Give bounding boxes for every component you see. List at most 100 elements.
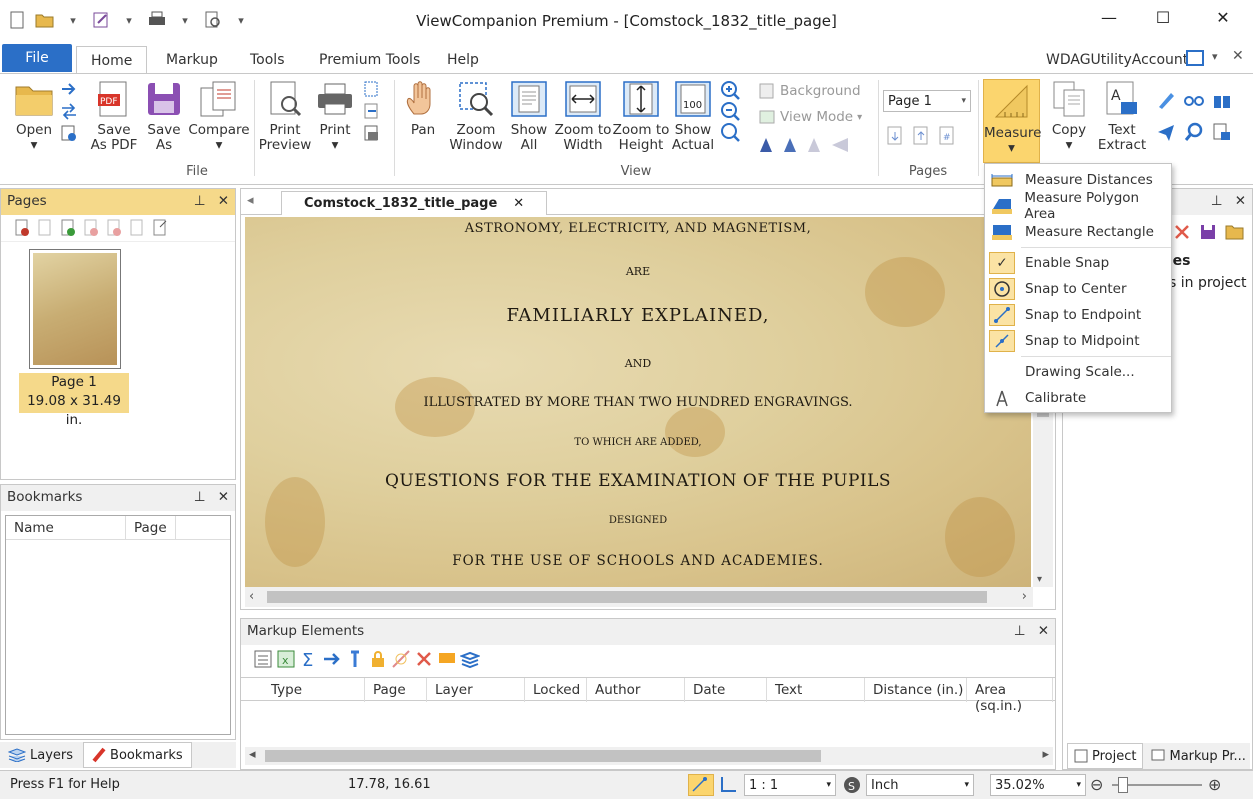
zoom-slider-handle[interactable] bbox=[1118, 777, 1128, 793]
extract-page-icon[interactable] bbox=[128, 219, 146, 237]
close-panel-icon[interactable]: ✕ bbox=[1235, 193, 1246, 211]
tab-help[interactable]: Help bbox=[433, 46, 493, 74]
scale-settings-icon[interactable]: S bbox=[842, 775, 862, 799]
batch-print-icon[interactable] bbox=[362, 80, 380, 98]
menu-drawing-scale[interactable]: Drawing Scale... bbox=[985, 359, 1171, 385]
info-icon[interactable] bbox=[60, 124, 78, 142]
menu-calibrate[interactable]: Calibrate bbox=[985, 385, 1171, 411]
print-button[interactable]: Print ▾ bbox=[314, 79, 356, 153]
background-button[interactable]: Background bbox=[758, 80, 876, 102]
zoom-out-icon[interactable] bbox=[720, 101, 740, 121]
zoom-previous-icon[interactable] bbox=[720, 122, 740, 142]
rotate-right-icon[interactable] bbox=[782, 136, 800, 154]
layers-icon[interactable] bbox=[459, 649, 481, 669]
save-as-pdf-button[interactable]: PDF Save As PDF bbox=[88, 79, 140, 153]
col-page[interactable]: Page bbox=[126, 516, 176, 540]
tab-premium-tools[interactable]: Premium Tools bbox=[305, 46, 434, 74]
tab-file[interactable]: File bbox=[2, 44, 72, 72]
arrow-right-icon[interactable] bbox=[60, 80, 78, 98]
tab-home[interactable]: Home bbox=[76, 46, 148, 75]
remove-file-icon[interactable] bbox=[1173, 223, 1191, 241]
pin-icon[interactable]: ⊥ bbox=[1014, 623, 1026, 641]
zoom-to-width-button[interactable]: Zoom to Width bbox=[554, 79, 612, 153]
menu-measure-polygon-area[interactable]: Measure Polygon Area bbox=[985, 190, 1171, 222]
scale-select[interactable]: 1 : 1 ▾ bbox=[744, 774, 836, 796]
menu-snap-to-endpoint[interactable]: Snap to Endpoint bbox=[985, 302, 1171, 328]
menu-snap-to-midpoint[interactable]: Snap to Midpoint bbox=[985, 328, 1171, 354]
show-actual-button[interactable]: 100 Show Actual bbox=[670, 79, 716, 153]
col-header-text[interactable]: Text bbox=[767, 678, 865, 702]
pencil-tool-icon[interactable] bbox=[1156, 90, 1174, 109]
tab-markup-properties[interactable]: Markup Pr... bbox=[1147, 743, 1249, 769]
open-project-icon[interactable] bbox=[1225, 223, 1244, 241]
menu-measure-rectangle[interactable]: Measure Rectangle bbox=[985, 219, 1171, 245]
page-thumbnail[interactable] bbox=[29, 249, 121, 369]
compare-button[interactable]: Compare ▾ bbox=[188, 79, 250, 153]
menu-enable-snap[interactable]: ✓ Enable Snap bbox=[985, 250, 1171, 276]
col-header-date[interactable]: Date bbox=[685, 678, 767, 702]
flip-horizontal-icon[interactable] bbox=[830, 136, 848, 154]
close-panel-icon[interactable]: ✕ bbox=[218, 489, 229, 507]
export-page-icon[interactable] bbox=[151, 219, 169, 237]
remove-page-icon[interactable] bbox=[82, 219, 100, 237]
close-tab-icon[interactable]: ✕ bbox=[513, 196, 524, 211]
tab-scroll-left-icon[interactable]: ◂ bbox=[247, 193, 254, 208]
airplane-icon[interactable] bbox=[1156, 122, 1174, 141]
zoom-in-icon[interactable] bbox=[720, 80, 740, 100]
flip-vertical-icon[interactable] bbox=[806, 136, 824, 154]
text-extract-button[interactable]: A Text Extract bbox=[1096, 79, 1148, 153]
col-header-author[interactable]: Author bbox=[587, 678, 685, 702]
wrench-icon[interactable] bbox=[345, 649, 363, 667]
tab-tools[interactable]: Tools bbox=[236, 46, 299, 74]
zoom-level-select[interactable]: 35.02% ▾ bbox=[990, 774, 1086, 796]
export-excel-icon[interactable]: x bbox=[276, 649, 295, 668]
export-icon[interactable] bbox=[362, 102, 380, 120]
rotate-left-icon[interactable] bbox=[758, 136, 776, 154]
page-select[interactable]: Page 1 ▾ bbox=[883, 90, 971, 112]
save-project-icon[interactable] bbox=[1199, 223, 1217, 241]
copy-button[interactable]: Copy ▾ bbox=[1044, 79, 1094, 153]
markup-list-icon[interactable] bbox=[253, 649, 272, 668]
zoom-to-height-button[interactable]: Zoom to Height bbox=[612, 79, 670, 153]
view-mode-button[interactable]: View Mode ▾ bbox=[758, 106, 876, 128]
maximize-button[interactable]: ☐ bbox=[1148, 8, 1178, 30]
zoom-window-button[interactable]: Zoom Window bbox=[448, 79, 504, 153]
unit-select[interactable]: Inch ▾ bbox=[866, 774, 974, 796]
comment-icon[interactable] bbox=[437, 649, 455, 667]
delete-page-icon[interactable] bbox=[105, 219, 123, 237]
add-page-icon[interactable] bbox=[59, 219, 77, 237]
search-icon[interactable] bbox=[1184, 122, 1203, 141]
col-header-type[interactable]: Type bbox=[241, 678, 365, 702]
sum-icon[interactable]: Σ bbox=[299, 649, 317, 671]
minimize-button[interactable]: — bbox=[1094, 8, 1124, 30]
lock-icon[interactable] bbox=[368, 649, 386, 667]
show-all-button[interactable]: Show All bbox=[506, 79, 552, 153]
col-header-page[interactable]: Page bbox=[365, 678, 427, 702]
tab-project[interactable]: Project bbox=[1067, 743, 1144, 769]
save-as-button[interactable]: Save As bbox=[142, 79, 186, 153]
goto-markup-icon[interactable] bbox=[322, 649, 340, 667]
close-doc-icon[interactable]: ✕ bbox=[1232, 48, 1244, 64]
print-preview-button[interactable]: Print Preview bbox=[258, 79, 312, 153]
zoom-out-button[interactable]: ⊖ bbox=[1090, 775, 1103, 794]
horizontal-scrollbar[interactable]: ‹ › bbox=[245, 587, 1033, 607]
document-tab[interactable]: Comstock_1832_title_page ✕ bbox=[281, 191, 548, 215]
binoculars-icon[interactable] bbox=[1212, 90, 1230, 108]
swap-icon[interactable] bbox=[60, 102, 78, 120]
page-down-icon[interactable] bbox=[886, 126, 904, 145]
pin-icon[interactable]: ⊥ bbox=[194, 489, 206, 507]
zoom-in-button[interactable]: ⊕ bbox=[1208, 775, 1221, 794]
ortho-icon[interactable] bbox=[718, 775, 738, 799]
measure-button[interactable]: Measure ▾ bbox=[983, 79, 1041, 163]
tab-markup[interactable]: Markup bbox=[152, 46, 232, 74]
layout-icon[interactable] bbox=[1186, 50, 1204, 66]
col-header-distance-in[interactable]: Distance (in.) bbox=[865, 678, 967, 702]
insert-page-icon[interactable] bbox=[13, 219, 31, 237]
open-button[interactable]: Open ▾ bbox=[10, 79, 58, 153]
bookmarks-list[interactable]: Name Page bbox=[5, 515, 231, 735]
pages-print-icon[interactable] bbox=[362, 124, 380, 142]
pin-icon[interactable]: ⊥ bbox=[1211, 193, 1223, 211]
close-panel-icon[interactable]: ✕ bbox=[1038, 623, 1049, 641]
col-header-area-sq-in[interactable]: Area (sq.in.) bbox=[967, 678, 1053, 714]
dropdown-arrow-icon[interactable]: ▾ bbox=[1212, 50, 1218, 63]
